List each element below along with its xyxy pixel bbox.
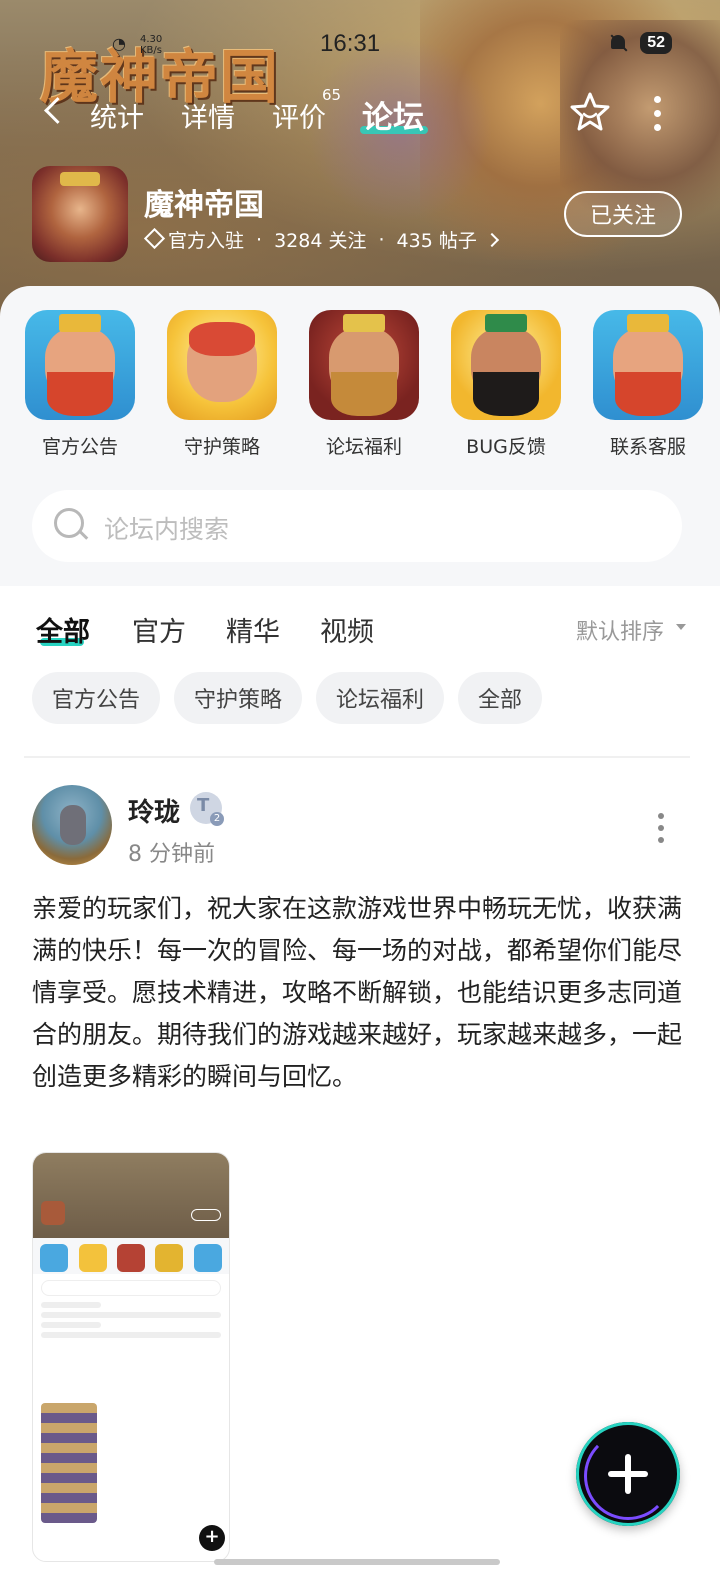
- top-nav: 统计 详情 评价 65 论坛: [0, 86, 720, 142]
- star-icon[interactable]: [568, 90, 612, 134]
- chip-guard-strategy[interactable]: 守护策略: [174, 672, 303, 724]
- status-time: 16:31: [320, 30, 381, 57]
- category-label: 官方公告: [41, 436, 118, 458]
- battery-level: 52: [640, 32, 672, 54]
- chip-forum-welfare[interactable]: 论坛福利: [316, 672, 445, 724]
- header-banner: 魔神帝国 ◔ 4.30 KB/s 16:31 52 统计 详情 评价 65 论坛…: [0, 0, 720, 330]
- category-image: [167, 310, 277, 420]
- chip-official-notice[interactable]: 官方公告: [32, 672, 161, 724]
- category-official-notice[interactable]: 官方公告: [24, 310, 136, 459]
- category-bug-report[interactable]: BUG反馈: [450, 310, 562, 459]
- tab-forum[interactable]: 论坛: [362, 92, 424, 137]
- search-placeholder: 论坛内搜索: [104, 515, 230, 544]
- thumbnail-plus-icon: +: [199, 1525, 225, 1551]
- search-input[interactable]: 论坛内搜索: [32, 490, 682, 562]
- posts-count: 435 帖子: [396, 230, 477, 252]
- mute-icon: [608, 33, 628, 53]
- category-label: BUG反馈: [466, 436, 546, 458]
- meta-separator: ·: [378, 228, 385, 251]
- create-post-button[interactable]: [576, 1422, 680, 1526]
- review-count: 65: [322, 86, 342, 104]
- tab-reviews[interactable]: 评价: [272, 96, 326, 135]
- wifi-icon: ◔: [112, 34, 126, 53]
- category-label: 论坛福利: [325, 436, 402, 458]
- forum-meta[interactable]: 官方入驻 · 3284 关注 · 435 帖子: [144, 226, 499, 253]
- divider: [24, 756, 690, 758]
- followers-count: 3284 关注: [274, 230, 367, 252]
- follow-button[interactable]: 已关注: [564, 191, 682, 237]
- post-image[interactable]: +: [32, 1152, 230, 1562]
- status-bar: ◔ 4.30 KB/s 16:31 52: [0, 28, 720, 64]
- filter-tab-video[interactable]: 视频: [320, 610, 374, 649]
- forum-name: 魔神帝国: [144, 188, 264, 223]
- diamond-icon: [144, 233, 162, 247]
- category-contact-support[interactable]: 联系客服: [592, 310, 704, 459]
- forum-avatar: [32, 166, 128, 262]
- back-icon[interactable]: [42, 98, 66, 122]
- category-image: [309, 310, 419, 420]
- filter-tab-featured[interactable]: 精华: [226, 610, 280, 649]
- category-label: 联系客服: [609, 436, 686, 458]
- post-author[interactable]: 玲珑: [128, 792, 180, 829]
- status-icons-left: ◔ 4.30 KB/s: [112, 34, 168, 56]
- thumbnail-header: [33, 1153, 229, 1238]
- more-icon[interactable]: [656, 813, 666, 843]
- category-row: 官方公告 守护策略 论坛福利 BUG反馈 联系客服: [24, 310, 704, 459]
- search-icon: [54, 508, 88, 542]
- category-image: [451, 310, 561, 420]
- tag-chips: 官方公告 守护策略 论坛福利 全部: [32, 672, 543, 724]
- meta-separator: ·: [256, 228, 263, 251]
- category-forum-welfare[interactable]: 论坛福利: [308, 310, 420, 459]
- category-guard-strategy[interactable]: 守护策略: [166, 310, 278, 459]
- official-label: 官方入驻: [168, 230, 245, 252]
- chip-all[interactable]: 全部: [458, 672, 543, 724]
- level-badge-icon: [190, 792, 224, 826]
- home-indicator[interactable]: [214, 1559, 500, 1565]
- filter-tab-official[interactable]: 官方: [132, 610, 186, 649]
- post-time: 8 分钟前: [128, 842, 215, 867]
- sort-dropdown[interactable]: 默认排序: [576, 614, 664, 646]
- caret-down-icon: [676, 624, 686, 630]
- thumbnail-content: [41, 1403, 97, 1523]
- post-body[interactable]: 亲爱的玩家们，祝大家在这款游戏世界中畅玩无忧，收获满满的快乐！每一次的冒险、每一…: [32, 888, 688, 1098]
- thumbnail-categories: [33, 1238, 229, 1274]
- forum-panel: 官方公告 守护策略 论坛福利 BUG反馈 联系客服 论坛内搜索: [0, 286, 720, 586]
- status-icons-right: 52: [608, 32, 672, 54]
- avatar[interactable]: [32, 785, 112, 865]
- category-image: [593, 310, 703, 420]
- chevron-right-icon: [484, 232, 499, 247]
- network-speed: 4.30 KB/s: [139, 34, 163, 56]
- category-label: 守护策略: [183, 436, 260, 458]
- more-icon[interactable]: [652, 96, 662, 131]
- fab-ring: [584, 1432, 672, 1520]
- category-image: [25, 310, 135, 420]
- filter-tab-all[interactable]: 全部: [36, 610, 90, 649]
- tab-stats[interactable]: 统计: [90, 96, 144, 135]
- filter-tabs: 全部 官方 精华 视频 默认排序: [0, 608, 720, 648]
- tab-details[interactable]: 详情: [181, 96, 235, 135]
